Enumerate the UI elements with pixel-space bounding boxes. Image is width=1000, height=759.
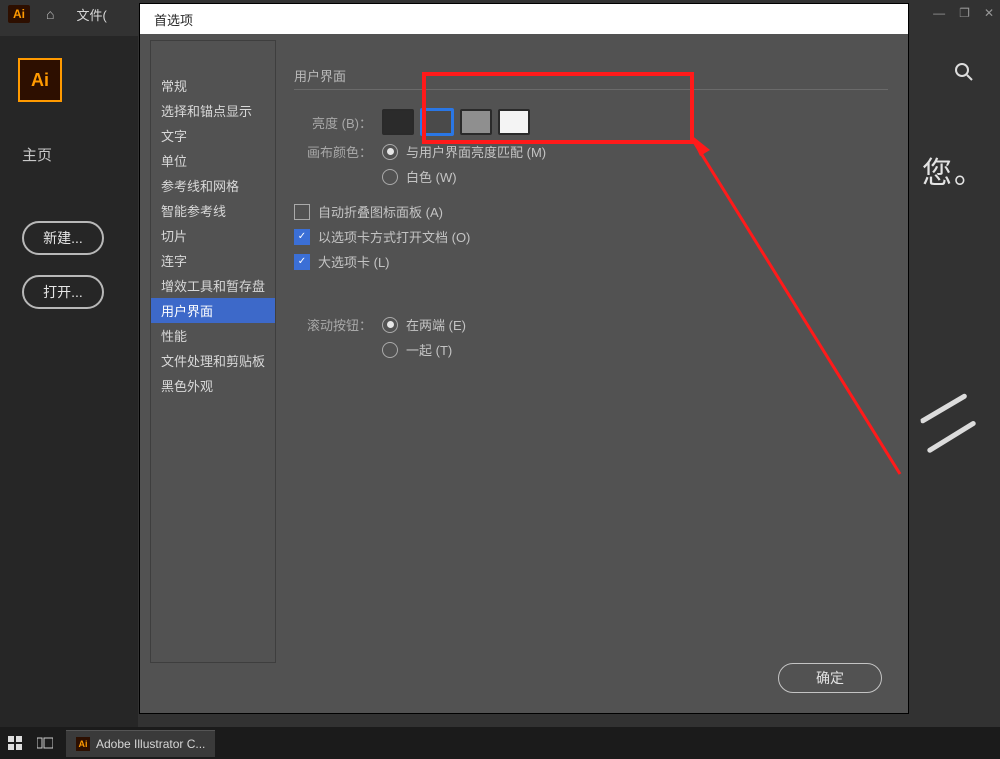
sidebar-item-performance[interactable]: 性能 xyxy=(151,323,275,348)
sidebar-item-type[interactable]: 文字 xyxy=(151,123,275,148)
preferences-dialog: 首选项 常规 选择和锚点显示 文字 单位 参考线和网格 智能参考线 切片 连字 … xyxy=(140,4,908,713)
welcome-fragment: 您。 xyxy=(922,148,986,192)
search-icon[interactable] xyxy=(954,62,974,88)
preferences-panel: 用户界面 亮度 (B)： 画布颜色： 与用户界面亮度匹配 (M) 白色 (W) xyxy=(276,34,908,713)
dialog-title: 首选项 xyxy=(154,10,193,29)
dialog-titlebar: 首选项 xyxy=(140,4,908,34)
app-left-panel: Ai 主页 新建... 打开... xyxy=(0,36,138,759)
sidebar-item-guides[interactable]: 参考线和网格 xyxy=(151,173,275,198)
large-tabs-label: 大选项卡 (L) xyxy=(318,252,390,271)
large-tabs-checkbox[interactable] xyxy=(294,254,310,270)
open-button[interactable]: 打开... xyxy=(22,275,104,309)
scroll-together-label: 一起 (T) xyxy=(406,340,452,359)
decoration-icon xyxy=(918,389,982,474)
scroll-buttons-label: 滚动按钮： xyxy=(294,315,372,334)
left-ai-logo-icon: Ai xyxy=(18,58,62,102)
autocollapse-checkbox[interactable] xyxy=(294,204,310,220)
sidebar-item-hyphenation[interactable]: 连字 xyxy=(151,248,275,273)
sidebar-item-units[interactable]: 单位 xyxy=(151,148,275,173)
taskbar-app-illustrator[interactable]: Ai Adobe Illustrator C... xyxy=(66,730,215,757)
menu-file[interactable]: 文件( xyxy=(76,5,106,24)
brightness-swatch-lightest[interactable] xyxy=(498,109,530,135)
sidebar-item-ui[interactable]: 用户界面 xyxy=(151,298,275,323)
start-icon[interactable] xyxy=(0,736,30,750)
autocollapse-label: 自动折叠图标面板 (A) xyxy=(318,202,443,221)
window-minimize-icon[interactable]: — xyxy=(933,6,945,20)
open-as-tabs-label: 以选项卡方式打开文档 (O) xyxy=(318,227,470,246)
canvas-color-match-radio[interactable] xyxy=(382,144,398,160)
sidebar-item-selection[interactable]: 选择和锚点显示 xyxy=(151,98,275,123)
taskbar: Ai Adobe Illustrator C... xyxy=(0,727,1000,759)
taskbar-ai-icon: Ai xyxy=(76,737,90,751)
home-icon[interactable]: ⌂ xyxy=(46,6,54,22)
open-as-tabs-checkbox[interactable] xyxy=(294,229,310,245)
sidebar-item-general[interactable]: 常规 xyxy=(151,73,275,98)
sidebar-item-smart-guides[interactable]: 智能参考线 xyxy=(151,198,275,223)
scroll-ends-label: 在两端 (E) xyxy=(406,315,466,334)
canvas-color-white-radio[interactable] xyxy=(382,169,398,185)
sidebar-item-black[interactable]: 黑色外观 xyxy=(151,373,275,398)
window-maximize-icon[interactable]: ❐ xyxy=(959,6,970,20)
brightness-swatch-light[interactable] xyxy=(460,109,492,135)
sidebar-item-file-handling[interactable]: 文件处理和剪贴板 xyxy=(151,348,275,373)
left-home-label[interactable]: 主页 xyxy=(22,144,138,165)
sidebar-item-plugins[interactable]: 增效工具和暂存盘 xyxy=(151,273,275,298)
canvas-color-label: 画布颜色： xyxy=(294,142,372,161)
canvas-color-match-label: 与用户界面亮度匹配 (M) xyxy=(406,142,546,161)
window-close-icon[interactable]: ✕ xyxy=(984,6,994,20)
scroll-ends-radio[interactable] xyxy=(382,317,398,333)
preferences-sidebar: 常规 选择和锚点显示 文字 单位 参考线和网格 智能参考线 切片 连字 增效工具… xyxy=(150,40,276,663)
app-logo-icon: Ai xyxy=(8,5,30,23)
ok-button[interactable]: 确定 xyxy=(778,663,882,693)
canvas-color-white-label: 白色 (W) xyxy=(406,167,457,186)
brightness-label: 亮度 (B)： xyxy=(294,113,372,132)
scroll-together-radio[interactable] xyxy=(382,342,398,358)
sidebar-item-slices[interactable]: 切片 xyxy=(151,223,275,248)
brightness-swatch-darkest[interactable] xyxy=(382,109,414,135)
brightness-swatch-dark[interactable] xyxy=(420,108,454,136)
taskbar-app-label: Adobe Illustrator C... xyxy=(96,737,205,751)
section-title: 用户界面 xyxy=(294,66,888,90)
taskview-icon[interactable] xyxy=(30,736,60,750)
new-button[interactable]: 新建... xyxy=(22,221,104,255)
